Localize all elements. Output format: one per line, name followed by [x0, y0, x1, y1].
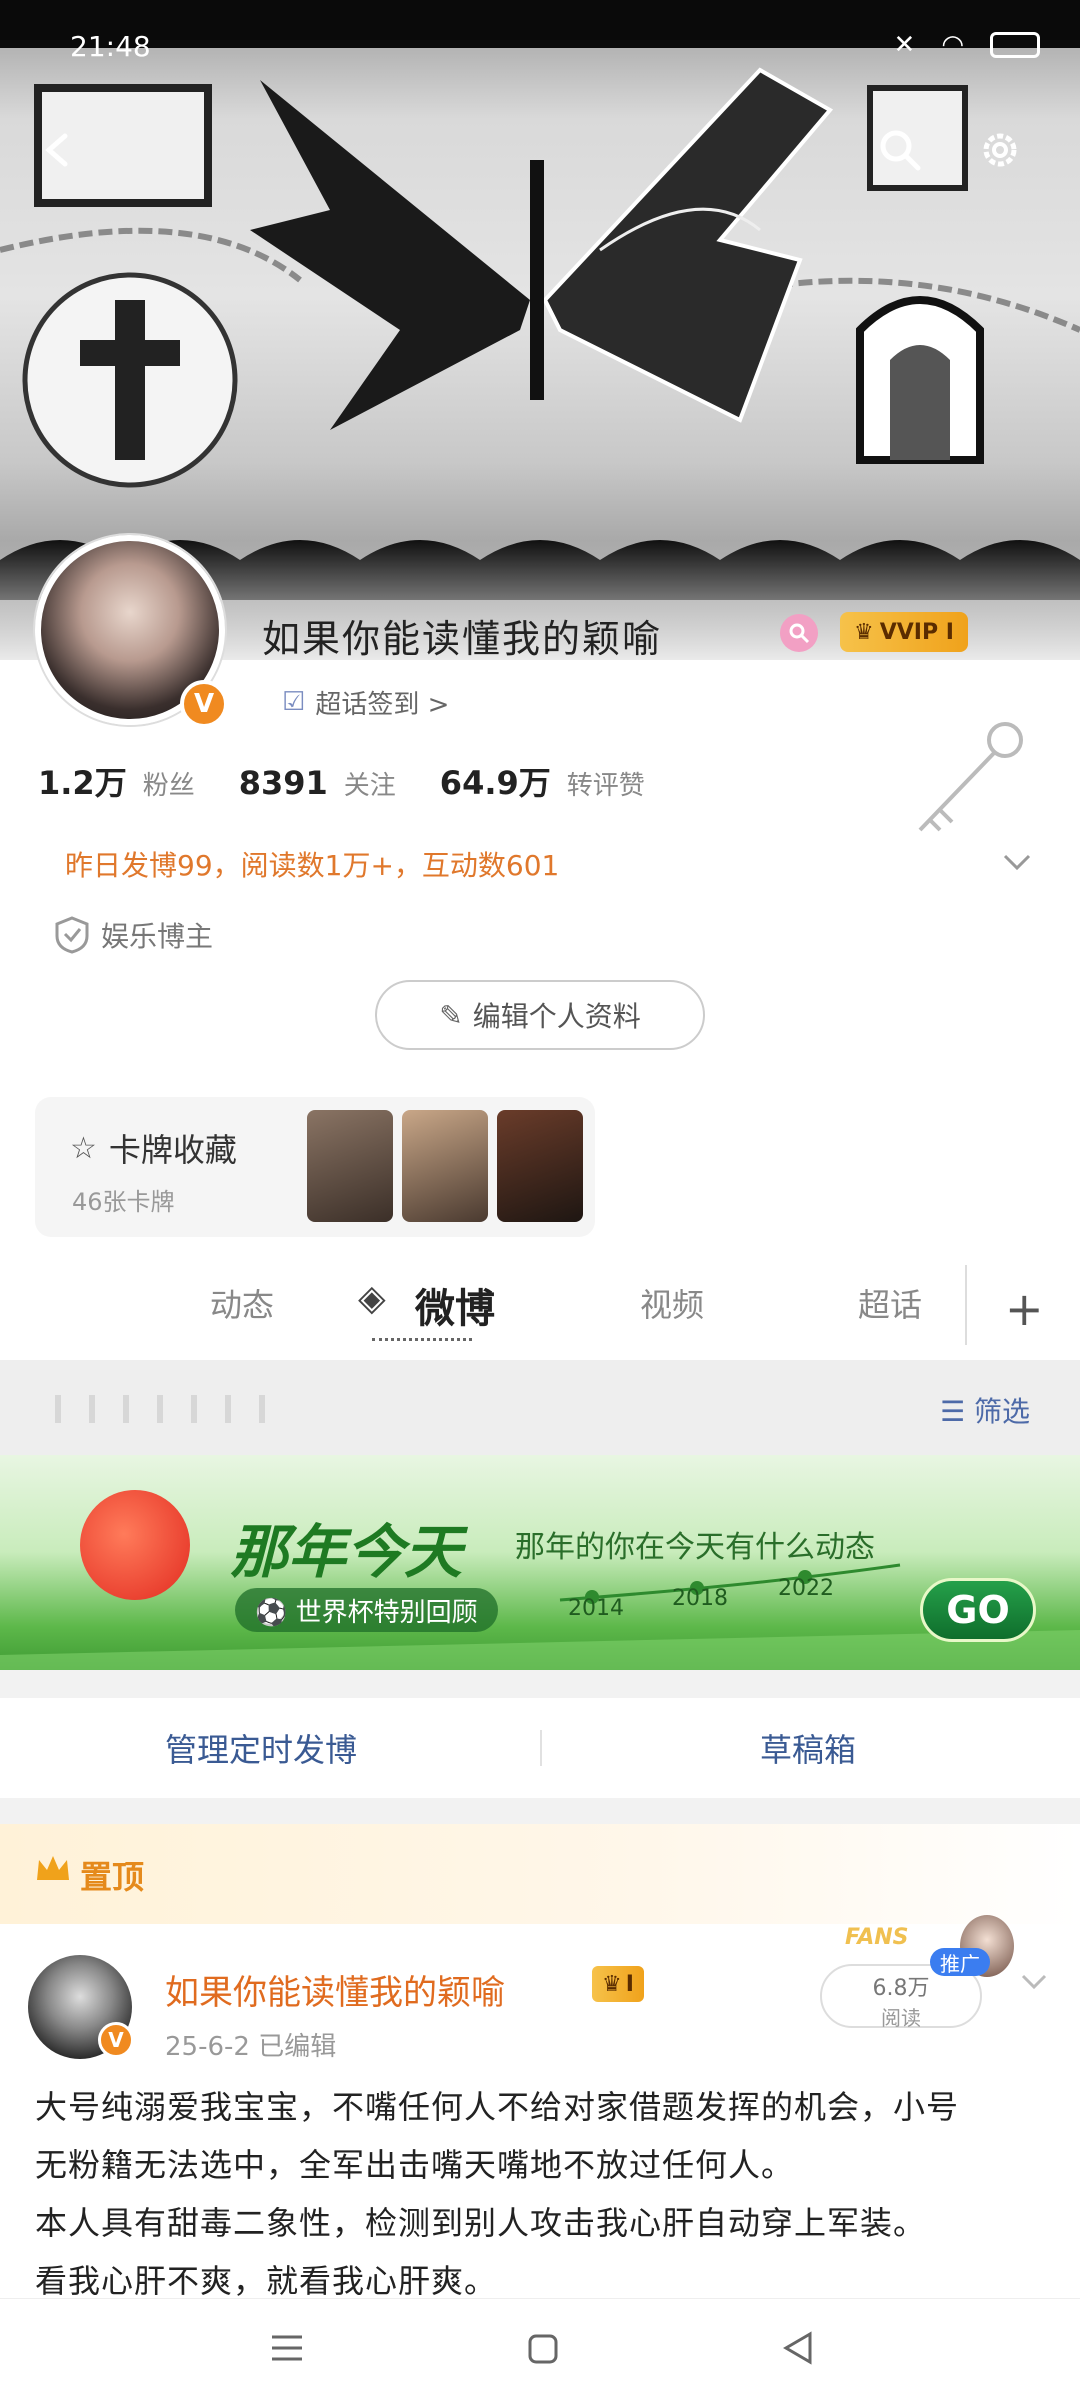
fans-label[interactable]: 粉丝 — [143, 765, 195, 802]
daily-activity-summary[interactable]: 昨日发博99，阅读数1万+，互动数601 — [65, 844, 559, 884]
edit-profile-label: 编辑个人资料 — [472, 1000, 641, 1033]
magnifier-icon — [789, 623, 810, 644]
weibo-mascot-icon — [80, 1490, 190, 1600]
blogger-type-row[interactable]: 娱乐博主 — [55, 915, 213, 955]
engagement-count[interactable]: 64.9万 — [440, 758, 551, 804]
menu-icon[interactable] — [270, 2333, 304, 2363]
card-thumbnail[interactable] — [307, 1110, 393, 1222]
fans-count[interactable]: 1.2万 — [38, 758, 127, 804]
checkin-label: 超话签到 > — [315, 689, 450, 720]
pinned-label: 置顶 — [80, 1858, 145, 1896]
vvip-badge[interactable]: ♛ VVIP I — [840, 612, 968, 652]
post-text-line: 看我心肝不爽，就看我心肝爽。 — [35, 2262, 498, 2300]
card-count: 46张卡牌 — [72, 1188, 175, 1216]
post-text-line: 本人具有甜毒二象性，检测到别人攻击我心肝自动穿上军装。 — [35, 2204, 927, 2242]
tab-activity[interactable]: 动态 — [210, 1280, 274, 1326]
vip-level: I — [625, 1971, 634, 1997]
settings-button[interactable] — [965, 115, 1035, 185]
pencil-icon: ✎ — [439, 998, 463, 1032]
back-arrow-icon — [45, 133, 68, 167]
verified-v-badge: V — [180, 680, 228, 728]
profile-username: 如果你能读懂我的颖喻 — [262, 617, 663, 661]
read-count-label: 阅读 — [881, 2006, 921, 2030]
edit-profile-button[interactable]: ✎ 编辑个人资料 — [375, 980, 705, 1050]
status-time: 21:48 — [70, 30, 151, 63]
search-button[interactable] — [865, 115, 935, 185]
post-author-name[interactable]: 如果你能读懂我的颖喻 — [165, 1965, 505, 2014]
wifi-icon: ◠ — [941, 30, 964, 60]
promo-year: 2018 — [672, 1586, 728, 1611]
post-meta: 25-6-2 已编辑 — [165, 2032, 337, 2062]
crown-icon: ♛ — [602, 1971, 622, 1997]
promo-tag: ⚽ 世界杯特别回顾 — [235, 1588, 498, 1632]
card-star-icon: ☆ — [70, 1130, 97, 1166]
action-divider — [540, 1730, 542, 1766]
profile-stats: 1.2万 粉丝 8391 关注 64.9万 转评赞 — [38, 758, 673, 804]
tab-divider — [965, 1265, 967, 1345]
vvip-label: VVIP I — [879, 619, 954, 645]
card-collection-title: 卡牌收藏 — [108, 1131, 237, 1169]
key-doodle-decoration — [880, 720, 1030, 840]
mute-icon: ✕ — [893, 30, 916, 60]
filter-button[interactable]: ☰ 筛选 — [940, 1390, 1030, 1430]
promote-badge[interactable]: 推广 — [930, 1948, 990, 1976]
section-gap — [0, 1670, 1080, 1698]
following-label[interactable]: 关注 — [344, 765, 396, 802]
card-thumbnail[interactable] — [402, 1110, 488, 1222]
promo-year: 2014 — [568, 1596, 624, 1621]
tab-active-underline — [372, 1338, 472, 1344]
manage-scheduled-posts-button[interactable]: 管理定时发博 — [165, 1725, 357, 1771]
post-text-line: 大号纯溺爱我宝宝，不嘴任何人不给对家借题发挥的机会，小号 — [35, 2088, 960, 2126]
tab-supertopic[interactable]: 超话 — [858, 1280, 922, 1326]
card-thumbnail[interactable] — [497, 1110, 583, 1222]
crown-icon: ♛ — [854, 619, 874, 645]
back-button[interactable] — [22, 115, 92, 185]
chevron-down-icon[interactable] — [1020, 1968, 1048, 1996]
blogger-type-label: 娱乐博主 — [101, 920, 214, 953]
diamond-pen-icon: ◈ — [358, 1278, 386, 1319]
fans-decoration-text: FANS — [845, 1925, 909, 1950]
calendar-check-icon: ☑ — [282, 687, 306, 717]
name-search-badge[interactable] — [780, 614, 818, 652]
card-collection-title-row: ☆ 卡牌收藏 — [70, 1125, 237, 1171]
drafts-button[interactable]: 草稿箱 — [760, 1725, 856, 1771]
tab-video[interactable]: 视频 — [640, 1280, 704, 1326]
status-icons: ✕ ◠ — [894, 30, 1040, 60]
loading-placeholder — [55, 1395, 275, 1423]
crown-icon — [37, 1856, 69, 1880]
filter-icon: ☰ — [940, 1395, 966, 1428]
post-author-vip-badge: ♛ I — [592, 1966, 644, 2002]
promo-year: 2022 — [778, 1576, 834, 1601]
promo-go-button[interactable]: GO — [920, 1578, 1036, 1642]
engagement-label[interactable]: 转评赞 — [567, 765, 645, 802]
supertopic-checkin-button[interactable]: ☑ 超话签到 > — [260, 678, 472, 726]
following-count[interactable]: 8391 — [239, 764, 328, 802]
search-icon — [880, 130, 921, 171]
battery-icon — [990, 32, 1040, 58]
post-text-line: 无粉籍无法选中，全军出击嘴天嘴地不放过任何人。 — [35, 2146, 795, 2184]
home-square-icon[interactable] — [527, 2333, 559, 2365]
promo-title: 那年今天 — [230, 1518, 463, 1586]
shield-icon — [55, 916, 89, 954]
verified-v-badge: V — [98, 2022, 134, 2058]
promo-subtitle: 那年的你在今天有什么动态 — [515, 1530, 875, 1565]
section-gap — [0, 1798, 1080, 1824]
tab-weibo[interactable]: 微博 — [415, 1276, 495, 1334]
back-triangle-icon[interactable] — [782, 2331, 814, 2365]
add-tab-plus-icon[interactable]: + — [1005, 1282, 1044, 1336]
gear-icon — [983, 133, 1017, 167]
filter-label: 筛选 — [974, 1395, 1031, 1428]
chevron-down-icon[interactable] — [1002, 848, 1032, 878]
pinned-header — [0, 1824, 1080, 1924]
